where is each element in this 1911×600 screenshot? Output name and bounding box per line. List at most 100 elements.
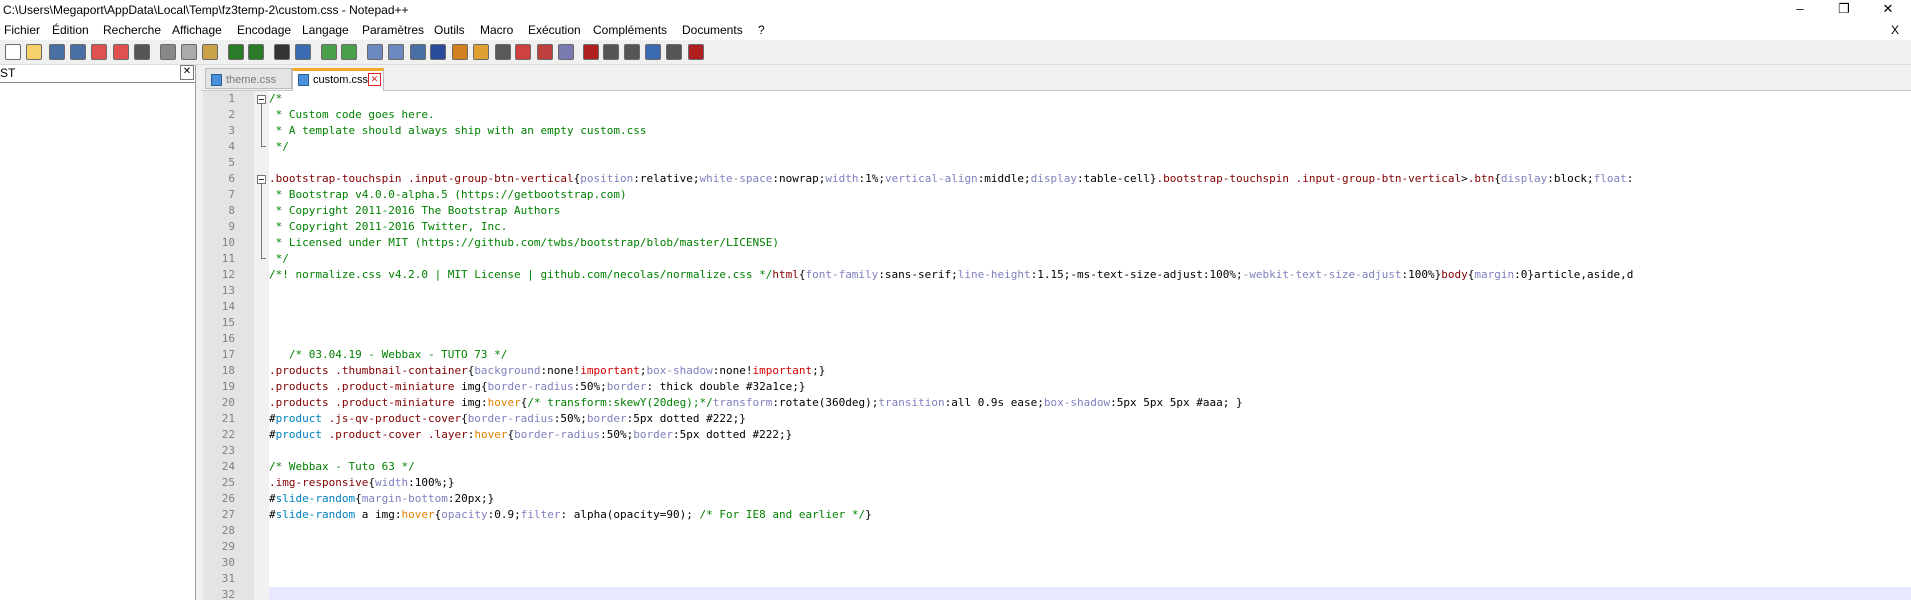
menu-affichage[interactable]: Affichage [172,23,222,37]
run-macro-multiple-icon[interactable] [645,44,661,60]
code-token: :50%; [600,428,634,441]
menu-fichier[interactable]: Fichier [4,23,40,37]
code-line: */ [269,251,289,267]
code-line: /* [269,91,282,107]
fold-toggle-icon[interactable] [257,95,266,104]
save-icon[interactable] [49,44,65,60]
replace-icon[interactable] [295,44,311,60]
code-token: { [355,492,362,505]
code-token: /* transform:skewY(20deg);*/ [527,396,713,409]
close-document-button[interactable]: X [1891,23,1899,37]
maximize-button[interactable]: ❐ [1822,0,1866,20]
line-number: 30 [221,556,235,569]
user-lang-icon[interactable] [473,44,489,60]
code-token: : [1626,172,1634,185]
menu-execution[interactable]: Exécution [528,23,581,37]
save-all-icon[interactable] [70,44,86,60]
zoom-out-icon[interactable] [341,44,357,60]
menu-recherche[interactable]: Recherche [103,23,161,37]
menu-outils[interactable]: Outils [434,23,465,37]
line-number: 32 [221,588,235,600]
word-wrap-icon[interactable] [410,44,426,60]
minimize-button[interactable]: – [1778,0,1822,20]
tab-custom-css[interactable]: custom.css ✕ [292,68,384,91]
current-line-highlight [269,587,1911,600]
menu-bar: Fichier Édition Recherche Affichage Enco… [0,20,1911,40]
code-token: .img-responsive [269,476,369,489]
menu-complements[interactable]: Compléments [593,23,667,37]
line-number: 14 [221,300,235,313]
menu-help[interactable]: ? [758,23,765,37]
code-token: transform [712,396,773,409]
save-macro-icon[interactable] [666,44,682,60]
paste-icon[interactable] [202,44,218,60]
code-line: .products .product-miniature img:hover{/… [269,395,1243,411]
folder-workspace-icon[interactable] [537,44,553,60]
code-token: .bootstrap-touchspin [269,172,402,185]
tab-close-icon[interactable]: ✕ [368,73,381,86]
function-list-icon[interactable] [515,44,531,60]
new-file-icon[interactable] [5,44,21,60]
code-token: { [1494,172,1501,185]
code-token: :all 0.9s ease; [944,396,1044,409]
show-all-chars-icon[interactable] [430,44,446,60]
menu-encodage[interactable]: Encodage [237,23,291,37]
sync-vertical-icon[interactable] [367,44,383,60]
code-token: * Copyright 2011-2016 Twitter, Inc. [269,220,508,233]
open-file-icon[interactable] [26,44,42,60]
fold-margin[interactable] [254,91,269,600]
fold-toggle-icon[interactable] [257,175,266,184]
code-line: /*! normalize.css v4.2.0 | MIT License |… [269,267,1633,283]
stop-macro-icon[interactable] [603,44,619,60]
code-token: .products [269,396,329,409]
menu-parametres[interactable]: Paramètres [362,23,424,37]
code-token: * Custom code goes here. [269,108,435,121]
code-line: * Custom code goes here. [269,107,435,123]
code-token: : alpha(opacity=90); [560,508,700,521]
close-all-icon[interactable] [113,44,129,60]
fold-end [261,146,266,147]
cut-icon[interactable] [160,44,176,60]
code-area[interactable]: /* * Custom code goes here. * A template… [269,91,1911,600]
code-token: product [275,412,322,425]
menu-documents[interactable]: Documents [682,23,743,37]
code-token: :sans-serif; [878,268,958,281]
code-token: html [772,268,799,281]
doc-map-icon[interactable] [495,44,511,60]
code-token: display [1500,172,1548,185]
code-token: .products [269,380,329,393]
code-token: hover [401,508,435,521]
play-macro-icon[interactable] [624,44,640,60]
monitor-icon[interactable] [558,44,574,60]
code-token: width [825,172,859,185]
code-token: border-radius [487,380,574,393]
undo-icon[interactable] [228,44,244,60]
record-macro-icon[interactable] [583,44,599,60]
side-panel-close-button[interactable]: ✕ [180,65,194,80]
code-token: :20px;} [447,492,495,505]
zoom-in-icon[interactable] [321,44,337,60]
code-token: :1%; [858,172,885,185]
code-token: white-space [699,172,773,185]
menu-macro[interactable]: Macro [480,23,513,37]
menu-langage[interactable]: Langage [302,23,349,37]
line-number: 5 [228,156,235,169]
redo-icon[interactable] [248,44,264,60]
close-window-button[interactable]: ✕ [1866,0,1910,20]
code-token: :0} [1514,268,1535,281]
tab-theme-css[interactable]: theme.css [205,68,292,89]
code-token: .product-miniature [335,380,455,393]
close-icon[interactable] [91,44,107,60]
menu-edition[interactable]: Édition [52,23,89,37]
indent-guide-icon[interactable] [452,44,468,60]
code-line: * Licensed under MIT (https://github.com… [269,235,779,251]
code-editor[interactable]: 1 2 3 4 5 6 7 8 9 10 11 12 13 14 15 16 17 18 19 20 21 22 23 24 2… [203,91,1911,600]
find-icon[interactable] [274,44,290,60]
sync-horizontal-icon[interactable] [388,44,404,60]
copy-icon[interactable] [181,44,197,60]
print-icon[interactable] [134,44,150,60]
line-number: 16 [221,332,235,345]
spell-check-icon[interactable] [688,44,704,60]
code-line: #product .js-qv-product-cover{border-rad… [269,411,746,427]
